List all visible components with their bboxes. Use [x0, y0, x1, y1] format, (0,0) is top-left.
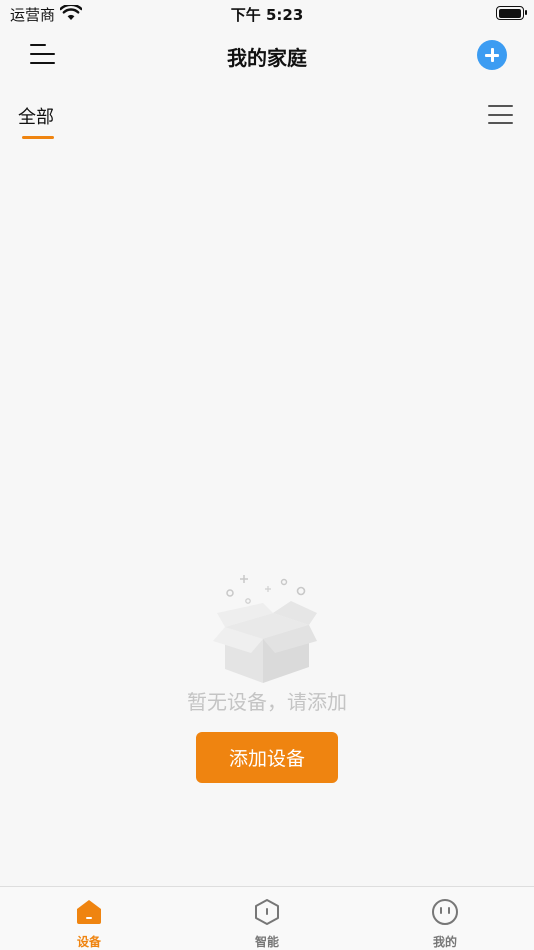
list-icon-line: [488, 113, 513, 116]
list-icon: [488, 105, 513, 108]
home-icon: [75, 898, 103, 926]
status-bar: 运营商 下午 5:23: [0, 0, 534, 30]
battery-icon: [496, 6, 527, 20]
app-screen: 运营商 下午 5:23 我的家庭 全部 暂无设备，请添加 添加设备 设备 智能 …: [0, 0, 534, 950]
tab-smart[interactable]: 智能: [222, 887, 312, 950]
tab-smart-label: 智能: [254, 935, 279, 949]
page-title: 我的家庭: [227, 46, 307, 70]
tab-all[interactable]: 全部: [18, 103, 54, 129]
list-icon-line: [488, 122, 513, 125]
empty-box-icon: [213, 567, 323, 687]
add-device-button[interactable]: 添加设备: [196, 732, 338, 783]
bottom-tab-bar: 设备 智能 我的: [0, 886, 534, 950]
active-tab-indicator: [22, 136, 54, 139]
tab-mine-label: 我的: [432, 935, 457, 949]
tab-devices-label: 设备: [76, 935, 101, 949]
profile-face-icon: [431, 898, 459, 926]
hexagon-icon: [253, 898, 281, 926]
tab-devices[interactable]: 设备: [44, 887, 134, 950]
tab-mine[interactable]: 我的: [400, 887, 490, 950]
list-button[interactable]: [488, 104, 514, 126]
add-button[interactable]: [477, 40, 507, 70]
navigation-bar: 我的家庭: [0, 30, 534, 80]
empty-state-message: 暂无设备，请添加: [187, 690, 347, 714]
status-time: 下午 5:23: [230, 6, 304, 24]
room-tabs: 全部: [0, 95, 534, 145]
